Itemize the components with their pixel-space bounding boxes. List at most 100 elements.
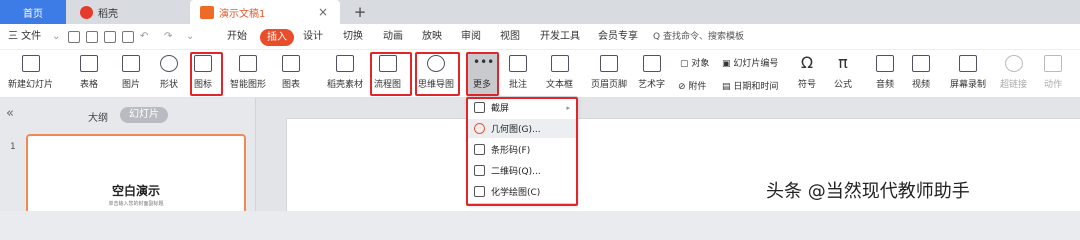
- tab-bar: 首页 稻壳 演示文稿1 × +: [0, 0, 1080, 24]
- quick-access-dropdown-icon[interactable]: ⌄: [186, 24, 194, 50]
- menu-animation[interactable]: 动画: [383, 24, 403, 50]
- menu-item-screenshot[interactable]: 截屏 ▸: [468, 98, 576, 117]
- tab-docer-label: 稻壳: [98, 8, 118, 20]
- table-label: 表格: [80, 80, 99, 90]
- menu-start[interactable]: 开始: [227, 24, 247, 50]
- preview-icon[interactable]: [122, 31, 134, 43]
- header-footer-icon: [600, 55, 618, 72]
- formula-button[interactable]: π 公式: [834, 53, 852, 95]
- collapse-panel-icon[interactable]: «: [6, 106, 14, 121]
- video-button[interactable]: 视频: [912, 53, 930, 95]
- icon-button[interactable]: 图标: [194, 53, 212, 95]
- menu-file[interactable]: 三 文件: [8, 24, 41, 50]
- flowchart-button[interactable]: 流程图: [374, 53, 401, 95]
- header-footer-button[interactable]: 页眉页脚: [591, 53, 627, 95]
- smart-graphic-button[interactable]: 智能图形: [230, 53, 266, 95]
- docer-material-button[interactable]: 稻壳素材: [327, 53, 363, 95]
- shape-button[interactable]: 形状: [160, 53, 178, 95]
- barcode-icon: [474, 144, 485, 155]
- search-icon: Q: [653, 32, 661, 42]
- icons-library-icon: [194, 55, 212, 72]
- menu-view[interactable]: 视图: [500, 24, 520, 50]
- symbol-button[interactable]: Ω 符号: [798, 53, 816, 95]
- menu-review[interactable]: 审阅: [461, 24, 481, 50]
- command-search[interactable]: Q 查找命令、搜索模板: [653, 29, 763, 45]
- menu-bar: 三 文件 ⌄ ↶ ↷ ⌄ 开始 插入 设计 切换 动画 放映 审阅 视图 开发工…: [0, 24, 1080, 50]
- calendar-icon: ▤: [722, 82, 734, 92]
- docer-material-icon: [336, 55, 354, 72]
- more-dropdown-menu: 截屏 ▸ 几何图(G)... 条形码(F) 二维码(Q)... 化学绘图(C): [467, 96, 577, 204]
- slide-thumbnail[interactable]: 空白演示 单击输入您的封面副标题: [26, 134, 246, 211]
- tab-presentation[interactable]: 演示文稿1 ×: [190, 0, 340, 24]
- more-dots-icon: •••: [473, 55, 495, 69]
- slide-number-label: 幻灯片编号: [733, 59, 779, 69]
- search-placeholder: 查找命令、搜索模板: [662, 32, 744, 42]
- menu-transition[interactable]: 切换: [343, 24, 363, 50]
- object-icon: ▢: [680, 59, 692, 69]
- datetime-button[interactable]: ▤ 日期和时间: [722, 79, 778, 92]
- shape-label: 形状: [160, 80, 179, 90]
- menu-item-qrcode[interactable]: 二维码(Q)...: [468, 161, 576, 180]
- object-button[interactable]: ▢ 对象: [680, 56, 709, 69]
- comment-button[interactable]: 批注: [509, 53, 527, 95]
- shape-icon: [160, 55, 178, 72]
- screenshot-icon: [474, 102, 485, 113]
- menu-slideshow[interactable]: 放映: [422, 24, 442, 50]
- undo-icon[interactable]: ↶: [140, 24, 148, 50]
- chevron-down-icon[interactable]: ⌄: [52, 24, 60, 50]
- datetime-label: 日期和时间: [733, 82, 779, 92]
- screen-record-button[interactable]: 屏幕录制: [950, 53, 986, 95]
- picture-button[interactable]: 图片: [122, 53, 140, 95]
- attachment-label: 附件: [688, 82, 707, 92]
- smart-graphic-icon: [239, 55, 257, 72]
- qrcode-icon: [474, 165, 485, 176]
- audio-label: 音频: [876, 80, 895, 90]
- link-icon: [1004, 55, 1023, 72]
- menu-item-screenshot-label: 截屏: [491, 104, 510, 114]
- attachment-button[interactable]: ⊘ 附件: [678, 79, 706, 92]
- tab-slides[interactable]: 幻灯片: [120, 107, 168, 123]
- textbox-button[interactable]: 文本框: [546, 53, 573, 95]
- slide-number-button[interactable]: ▣ 幻灯片编号: [722, 56, 778, 69]
- screen-record-icon: [959, 55, 977, 72]
- close-tab-icon[interactable]: ×: [318, 5, 328, 19]
- new-slide-button[interactable]: 新建幻灯片: [8, 53, 53, 95]
- menu-design[interactable]: 设计: [303, 24, 323, 50]
- picture-icon: [122, 55, 140, 72]
- insert-ribbon: 新建幻灯片 表格 图片 形状 图标 智能图形 图表 稻壳素材 流程图 思维导图 …: [0, 50, 1080, 98]
- menu-devtools[interactable]: 开发工具: [540, 24, 580, 50]
- docer-material-label: 稻壳素材: [327, 80, 364, 90]
- menu-vip[interactable]: 会员专享: [598, 24, 638, 50]
- menu-insert[interactable]: 插入: [260, 29, 294, 46]
- art-text-icon: [642, 55, 661, 72]
- tab-presentation-label: 演示文稿1: [219, 8, 266, 20]
- tab-docer[interactable]: 稻壳: [70, 0, 180, 24]
- save-icon[interactable]: [68, 31, 80, 43]
- slide-number-icon: ▣: [722, 59, 734, 69]
- tab-outline[interactable]: 大纲: [88, 109, 108, 124]
- action-button[interactable]: 动作: [1044, 53, 1062, 95]
- more-label: 更多: [472, 80, 491, 90]
- slide-number: 1: [10, 142, 16, 152]
- speaker-icon: [876, 55, 894, 72]
- print-icon[interactable]: [104, 31, 116, 43]
- mindmap-button[interactable]: 思维导图: [418, 53, 454, 95]
- submenu-arrow-icon: ▸: [566, 103, 570, 112]
- audio-button[interactable]: 音频: [876, 53, 894, 95]
- slide-thumbnail-subtitle: 单击输入您的封面副标题: [108, 201, 164, 207]
- screen-record-label: 屏幕录制: [950, 80, 987, 90]
- table-button[interactable]: 表格: [80, 53, 98, 95]
- new-tab-button[interactable]: +: [350, 0, 370, 24]
- hyperlink-button[interactable]: 超链接: [1000, 53, 1027, 95]
- menu-item-chemistry[interactable]: 化学绘图(C): [468, 182, 576, 201]
- art-text-button[interactable]: 艺术字: [638, 53, 665, 95]
- export-pdf-icon[interactable]: [86, 31, 98, 43]
- menu-item-barcode[interactable]: 条形码(F): [468, 140, 576, 159]
- menu-item-qrcode-label: 二维码(Q)...: [491, 167, 541, 177]
- mindmap-icon: [427, 55, 445, 72]
- tab-home[interactable]: 首页: [0, 0, 66, 24]
- more-button[interactable]: ••• 更多: [467, 53, 497, 95]
- redo-icon[interactable]: ↷: [164, 24, 172, 50]
- menu-item-geometry[interactable]: 几何图(G)...: [468, 119, 576, 138]
- chart-button[interactable]: 图表: [282, 53, 300, 95]
